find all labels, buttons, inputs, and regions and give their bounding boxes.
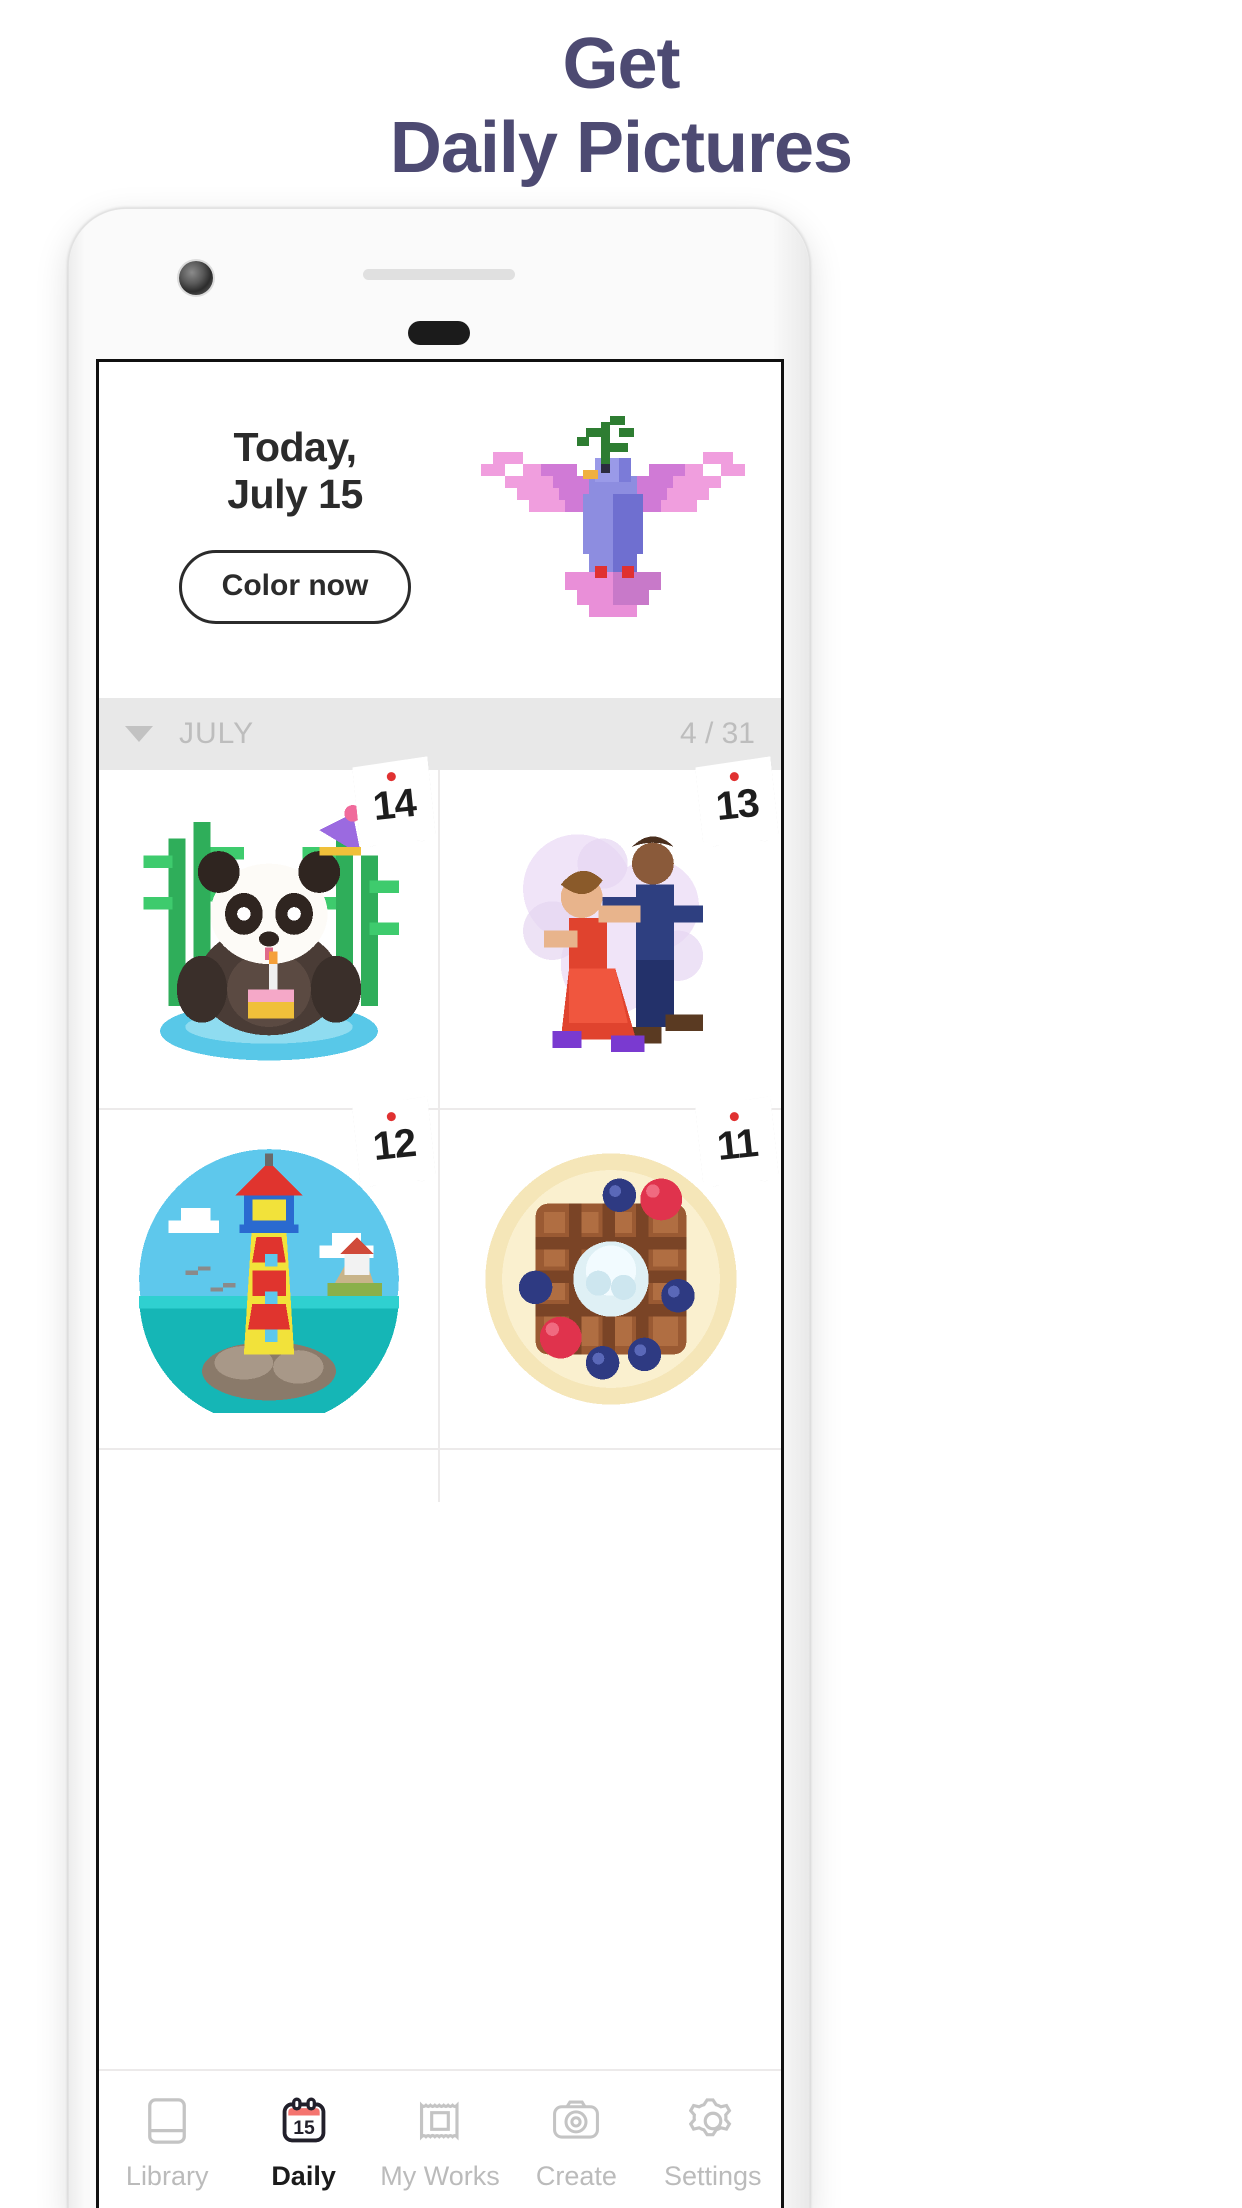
tab-label: Daily <box>271 2161 336 2191</box>
date-badge-number: 14 <box>370 780 418 830</box>
promo-screenshot: Get Daily Pictures Today, July 15 Color … <box>0 0 1242 2208</box>
hero-text-block: Today, July 15 Color now <box>145 424 445 624</box>
tab-label: My Works <box>380 2161 500 2191</box>
waffle-pixel-art <box>476 1145 745 1413</box>
dancing-couple-pixel-art <box>476 805 745 1073</box>
dove-pixel-art <box>481 416 745 617</box>
home-indicator-pill <box>408 321 470 345</box>
tab-label: Create <box>535 2161 617 2191</box>
month-progress-counter: 4 / 31 <box>679 717 755 750</box>
hero-artwork-dove[interactable] <box>463 410 763 650</box>
headline-line-1: Get <box>562 24 680 104</box>
grid-cell[interactable]: 13 <box>440 770 781 1110</box>
book-icon <box>99 2093 235 2149</box>
date-badge-number: 11 <box>714 1120 760 1169</box>
tab-create[interactable]: Create <box>508 2093 644 2192</box>
calendar-icon: 15 <box>235 2093 371 2149</box>
stamp-icon <box>372 2093 508 2149</box>
tab-label: Library <box>125 2161 209 2191</box>
svg-text:15: 15 <box>293 2117 315 2139</box>
date-badge-number: 12 <box>370 1120 418 1170</box>
page-title: Get Daily Pictures <box>0 22 1242 190</box>
date-badge: 11 <box>695 1096 779 1187</box>
color-now-button[interactable]: Color now <box>178 550 412 624</box>
tab-settings[interactable]: Settings <box>645 2093 781 2192</box>
camera-icon <box>508 2093 644 2149</box>
gear-icon <box>645 2093 781 2149</box>
grid-next-row-partial <box>99 1450 781 1502</box>
front-camera-icon <box>179 261 213 295</box>
tab-label: Settings <box>663 2161 762 2191</box>
app-screen: Today, July 15 Color now JULY 4 / 31 14 … <box>96 359 784 2208</box>
tab-library[interactable]: Library <box>99 2093 235 2192</box>
triangle-down-icon[interactable] <box>125 726 153 742</box>
daily-pictures-grid: 14 13 12 11 <box>99 770 781 1450</box>
hero-title: Today, July 15 <box>145 424 445 518</box>
tab-my-works[interactable]: My Works <box>372 2093 508 2192</box>
date-badge: 13 <box>695 756 779 847</box>
daily-hero-section: Today, July 15 Color now <box>99 362 781 972</box>
grid-cell[interactable]: 11 <box>440 1110 781 1450</box>
calendar-icon-svg: 15 <box>282 2097 325 2143</box>
date-badge-number: 13 <box>713 780 761 830</box>
lighthouse-pixel-art <box>134 1145 403 1413</box>
earpiece-speaker <box>363 269 515 280</box>
date-badge: 12 <box>352 1096 436 1187</box>
grid-cell[interactable]: 14 <box>99 770 440 1110</box>
bottom-tab-bar: Library 15 Daily My Works Create Setting… <box>99 2069 781 2208</box>
panda-pixel-art <box>134 805 403 1073</box>
grid-cell[interactable] <box>440 1450 781 1502</box>
hero-title-line-1: Today, <box>233 424 357 470</box>
month-label: JULY <box>179 717 255 750</box>
tab-daily[interactable]: 15 Daily <box>235 2093 371 2192</box>
headline-line-2: Daily Pictures <box>389 108 853 188</box>
hero-title-line-2: July 15 <box>227 471 363 517</box>
grid-cell[interactable]: 12 <box>99 1110 440 1450</box>
month-section-header[interactable]: JULY 4 / 31 <box>99 698 781 770</box>
date-badge: 14 <box>352 756 436 847</box>
grid-cell[interactable] <box>99 1450 440 1502</box>
phone-mockup: Today, July 15 Color now JULY 4 / 31 14 … <box>68 208 810 2208</box>
